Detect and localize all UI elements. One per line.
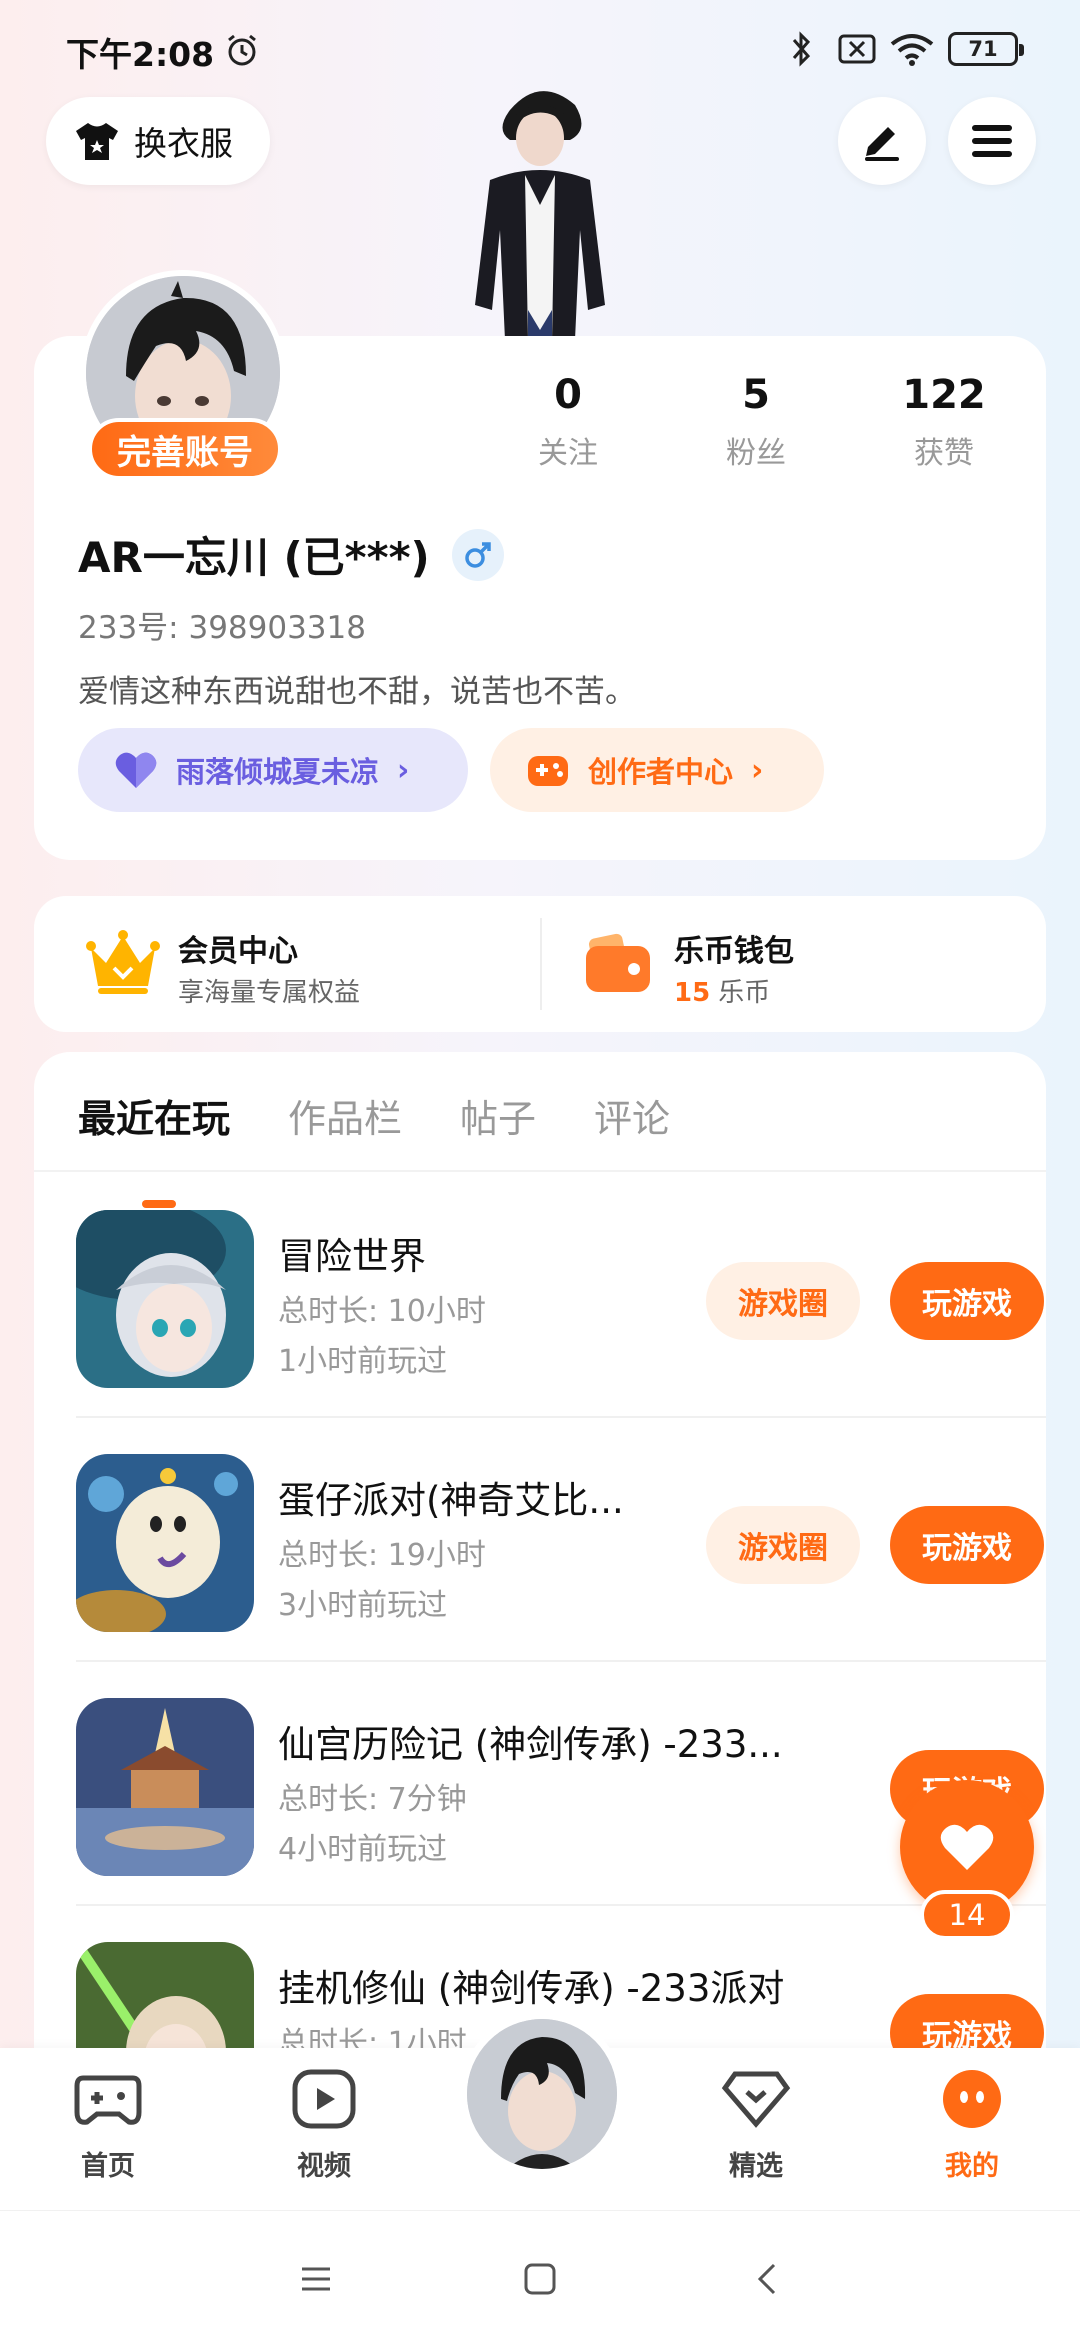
game-duration: 总时长: 19小时 [278, 1538, 486, 1573]
nav-video-label: 视频 [297, 2151, 351, 2182]
home-icon[interactable] [520, 2259, 560, 2299]
username: AR一忘川 (已***) [78, 533, 430, 582]
no-sim-icon [838, 34, 876, 64]
game-duration: 总时长: 10小时 [278, 1294, 486, 1329]
nav-home[interactable]: 首页 [48, 2068, 168, 2183]
game-last-played: 3小时前玩过 [278, 1588, 448, 1623]
likes-count: 122 [902, 372, 986, 418]
game-circle-button[interactable]: 游戏圈 [706, 1262, 860, 1340]
fans-count: 5 [742, 372, 770, 418]
avatar [467, 2019, 617, 2169]
game-name: 蛋仔派对(神奇艾比... [278, 1479, 624, 1522]
likes-label: 获赞 [914, 436, 974, 471]
profile-tabs: 最近在玩 作品栏 帖子 评论 [78, 1088, 728, 1208]
like-count-badge: 14 [920, 1890, 1014, 1940]
stat-fans[interactable]: 5 粉丝 [676, 372, 836, 472]
nav-mine[interactable]: 我的 [912, 2068, 1032, 2183]
game-duration: 总时长: 1小时 [278, 2026, 467, 2052]
chevron-right-icon: › [397, 752, 410, 788]
creator-center-label: 创作者中心 [588, 755, 734, 789]
nav-avatar-button[interactable] [460, 2012, 624, 2176]
play-game-button[interactable]: 玩游戏 [890, 1994, 1044, 2052]
tab-recent-played[interactable]: 最近在玩 [78, 1088, 230, 1208]
tshirt-icon [76, 123, 118, 160]
system-navigation-bar [0, 2210, 1080, 2340]
heart-icon [115, 752, 157, 788]
member-center-subtitle: 享海量专属权益 [178, 978, 361, 1008]
group-pill-label: 雨落倾城夏未凉 [176, 755, 380, 789]
game-name: 挂机修仙 (神剑传承) -233派对 [278, 1967, 785, 2010]
divider [34, 1170, 1046, 1172]
alarm-icon [228, 34, 256, 66]
wallet-unit: 乐币 [718, 978, 771, 1008]
wallet-balance: 15 乐币 [674, 972, 770, 1009]
divider [540, 918, 542, 1010]
content-list-card: 最近在玩 作品栏 帖子 评论 冒险世界 总时长: 10小时 1小时前玩过 游戏圈… [34, 1052, 1046, 2052]
list-item[interactable]: 仙宫历险记 (神剑传承) -233... 总时长: 7分钟 4小时前玩过 玩游戏 [76, 1662, 1046, 1906]
wallet-icon [586, 933, 650, 992]
fans-label: 粉丝 [726, 436, 786, 471]
recent-apps-icon[interactable] [296, 2259, 336, 2299]
tab-works[interactable]: 作品栏 [288, 1088, 402, 1143]
tab-comments[interactable]: 评论 [594, 1088, 670, 1143]
nav-featured[interactable]: 精选 [696, 2068, 816, 2183]
chevron-right-icon: › [751, 752, 764, 788]
game-last-played: 1小时前玩过 [278, 1344, 448, 1379]
username-row: AR一忘川 (已***) [78, 524, 504, 585]
game-name: 仙宫历险记 (神剑传承) -233... [278, 1723, 783, 1766]
heart-icon [940, 1824, 994, 1870]
game-thumbnail[interactable] [76, 1454, 254, 1632]
game-duration: 总时长: 7分钟 [278, 1782, 467, 1817]
following-count: 0 [554, 372, 582, 418]
nav-mine-label: 我的 [945, 2151, 999, 2182]
crown-icon [86, 930, 160, 994]
wifi-icon [890, 34, 934, 66]
play-game-button[interactable]: 玩游戏 [890, 1262, 1044, 1340]
hamburger-menu-icon [972, 125, 1012, 157]
wallet-amount: 15 [674, 978, 711, 1008]
stat-likes[interactable]: 122 获赞 [864, 372, 1024, 472]
game-last-played: 4小时前玩过 [278, 1832, 448, 1867]
complete-account-badge[interactable]: 完善账号 [88, 418, 282, 480]
user-bio: 爱情这种东西说甜也不甜，说苦也不苦。 [78, 674, 636, 710]
gamepad-icon [528, 756, 568, 786]
profile-face-icon [943, 2070, 1001, 2128]
user-id: 233号: 398903318 [78, 610, 366, 646]
avatar-3d-character[interactable] [440, 80, 640, 340]
bluetooth-icon [792, 31, 811, 67]
menu-button[interactable] [948, 97, 1036, 185]
pen-icon [865, 127, 899, 161]
game-thumbnail[interactable] [76, 1942, 254, 2052]
game-thumbnail[interactable] [76, 1210, 254, 1388]
nav-video[interactable]: 视频 [264, 2068, 384, 2183]
video-play-icon [292, 2069, 356, 2129]
back-icon[interactable] [748, 2259, 788, 2299]
member-wallet-card: 会员中心 享海量专属权益 乐币钱包 15 乐币 [34, 896, 1046, 1032]
battery-indicator: 71 [948, 32, 1024, 66]
gamepad-icon [74, 2075, 142, 2125]
following-label: 关注 [538, 436, 598, 471]
wallet-title: 乐币钱包 [674, 934, 794, 969]
game-name: 冒险世界 [278, 1235, 426, 1278]
heart-diamond-icon [721, 2071, 791, 2128]
game-circle-button[interactable]: 游戏圈 [706, 1506, 860, 1584]
group-pill-button[interactable]: 雨落倾城夏未凉 › [78, 728, 468, 812]
nav-home-label: 首页 [81, 2151, 135, 2182]
edit-profile-button[interactable] [838, 97, 926, 185]
play-game-button[interactable]: 玩游戏 [890, 1506, 1044, 1584]
member-center-title: 会员中心 [178, 934, 298, 969]
game-thumbnail[interactable] [76, 1698, 254, 1876]
creator-center-button[interactable]: 创作者中心 › [490, 728, 824, 812]
bottom-navigation: 首页 视频 精选 我的 [0, 2012, 1080, 2210]
nav-featured-label: 精选 [729, 2151, 783, 2182]
tab-posts[interactable]: 帖子 [460, 1088, 536, 1143]
list-item[interactable]: 冒险世界 总时长: 10小时 1小时前玩过 游戏圈 玩游戏 [76, 1174, 1046, 1418]
status-time: 下午2:08 [66, 35, 215, 74]
male-gender-icon [451, 528, 504, 581]
wardrobe-label: 换衣服 [134, 124, 233, 163]
stat-following[interactable]: 0 关注 [488, 372, 648, 472]
wardrobe-button[interactable]: 换衣服 [46, 97, 270, 185]
list-item[interactable]: 蛋仔派对(神奇艾比... 总时长: 19小时 3小时前玩过 游戏圈 玩游戏 [76, 1418, 1046, 1662]
